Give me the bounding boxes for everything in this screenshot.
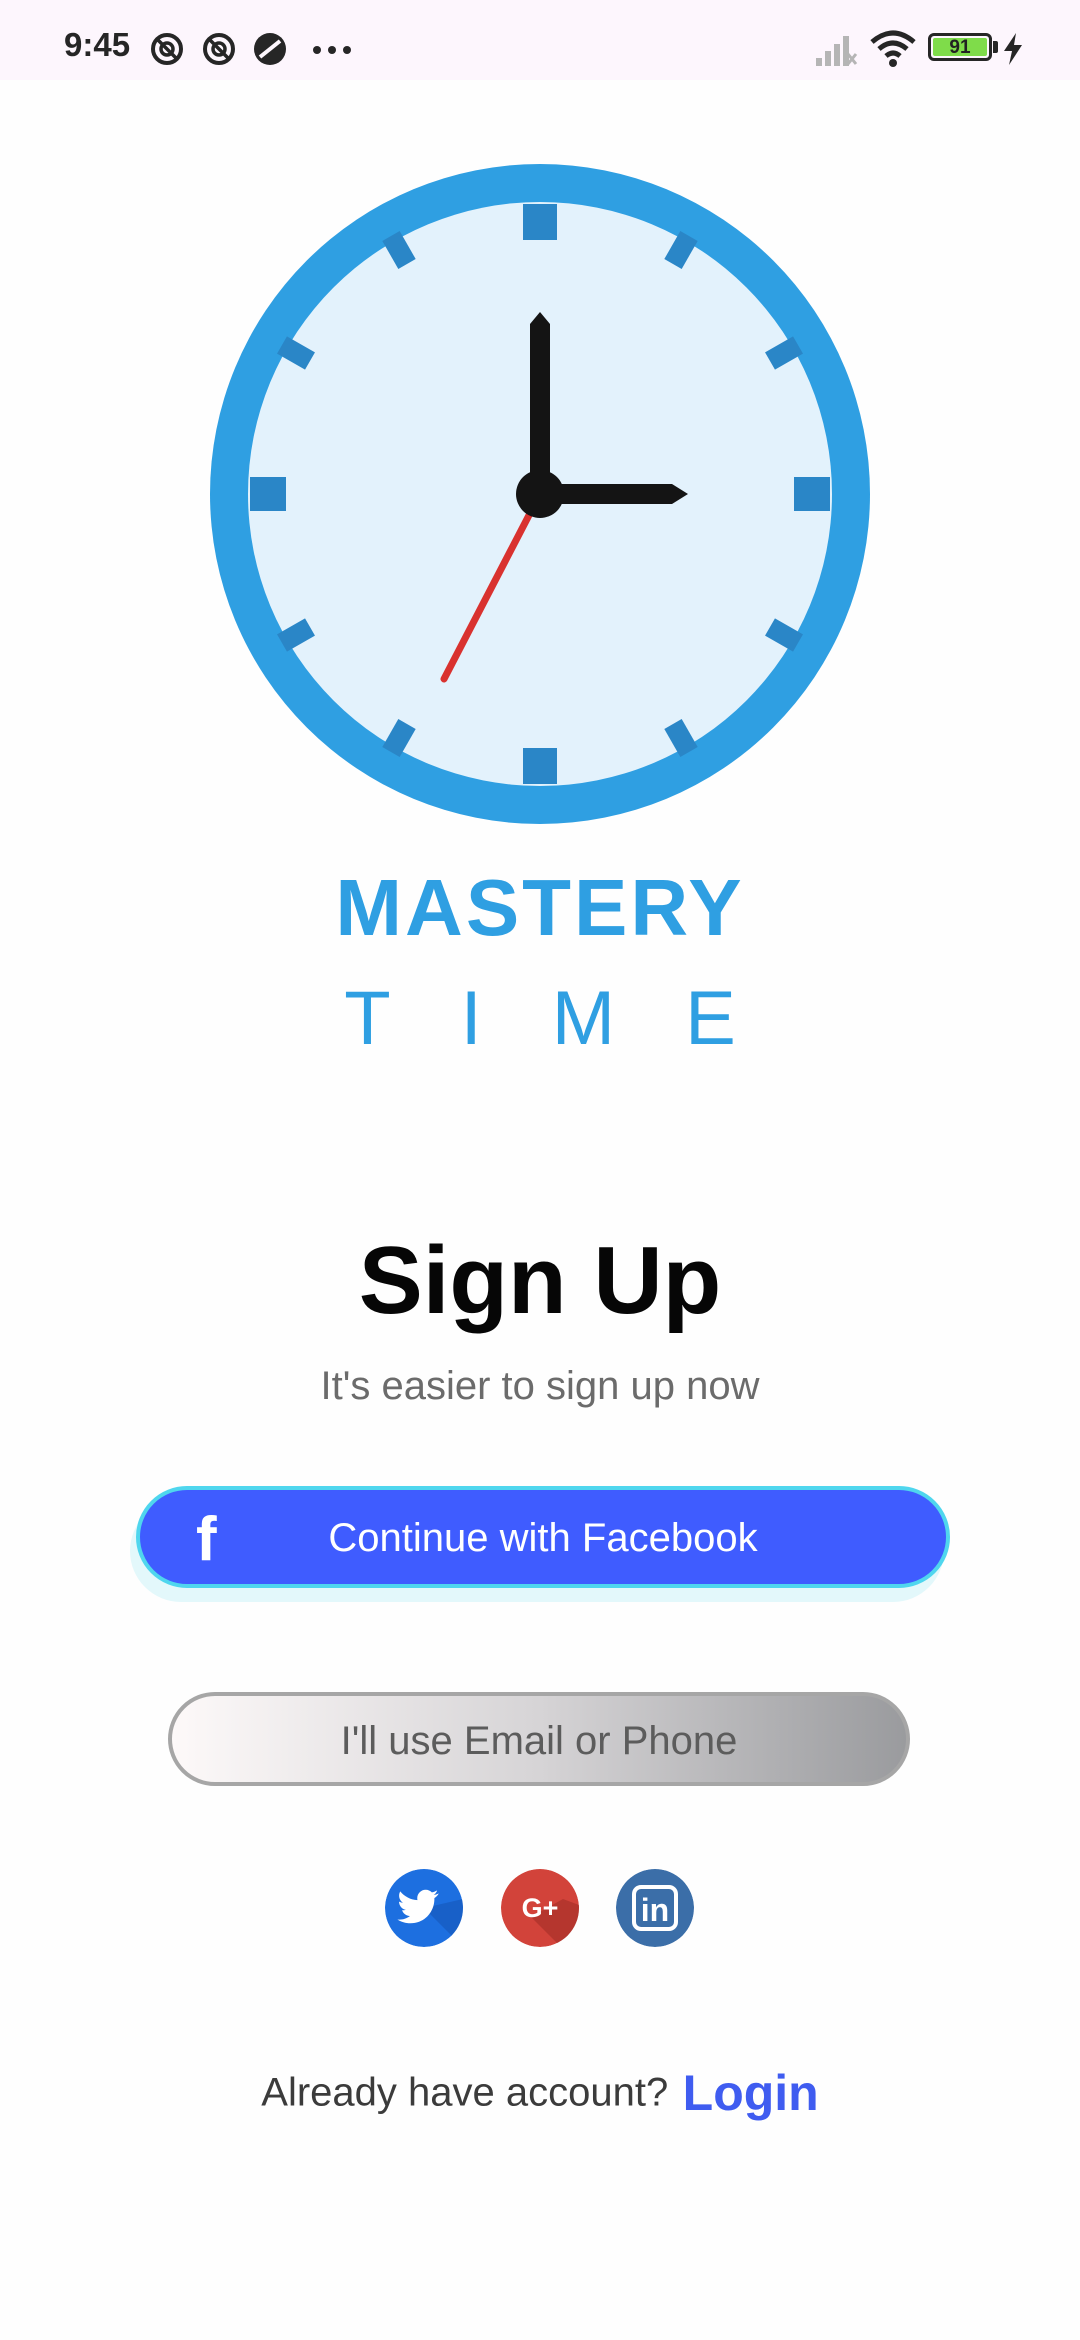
signal-icon bbox=[816, 36, 858, 66]
login-row: Already have account? Login bbox=[0, 2064, 1080, 2122]
vpn-icon bbox=[254, 33, 286, 65]
facebook-button-label: Continue with Facebook bbox=[328, 1516, 758, 1560]
battery-cap bbox=[993, 41, 998, 53]
linkedin-icon[interactable]: in bbox=[616, 1869, 694, 1947]
email-button-label: I'll use Email or Phone bbox=[340, 1719, 738, 1763]
google-plus-icon[interactable]: G+ bbox=[501, 1869, 579, 1947]
email-or-phone-button[interactable]: I'll use Email or Phone bbox=[168, 1692, 910, 1786]
more-dots-icon bbox=[313, 46, 351, 54]
page-subtitle: It's easier to sign up now bbox=[320, 1364, 760, 1408]
do-not-disturb-icon bbox=[151, 33, 183, 65]
google-plus-glyph: G+ bbox=[522, 1893, 559, 1923]
login-prompt: Already have account? bbox=[261, 2070, 669, 2115]
continue-with-facebook-button[interactable]: f Continue with Facebook bbox=[136, 1486, 950, 1588]
login-link[interactable]: Login bbox=[683, 2065, 819, 2121]
battery-level: 91 bbox=[933, 38, 987, 58]
wifi-icon bbox=[870, 30, 916, 67]
status-bar: 9:45 91 bbox=[0, 0, 1080, 80]
do-not-disturb-icon bbox=[203, 33, 235, 65]
clock-icon bbox=[210, 164, 870, 824]
page-title: Sign Up bbox=[358, 1227, 722, 1334]
brand-subtitle: TIME bbox=[344, 976, 806, 1061]
charging-icon bbox=[1004, 33, 1022, 65]
status-time: 9:45 bbox=[64, 26, 131, 63]
linkedin-glyph: in bbox=[641, 1892, 669, 1928]
battery-icon: 91 bbox=[928, 33, 992, 61]
twitter-icon[interactable] bbox=[385, 1869, 463, 1947]
brand-title: MASTERY bbox=[335, 863, 745, 952]
